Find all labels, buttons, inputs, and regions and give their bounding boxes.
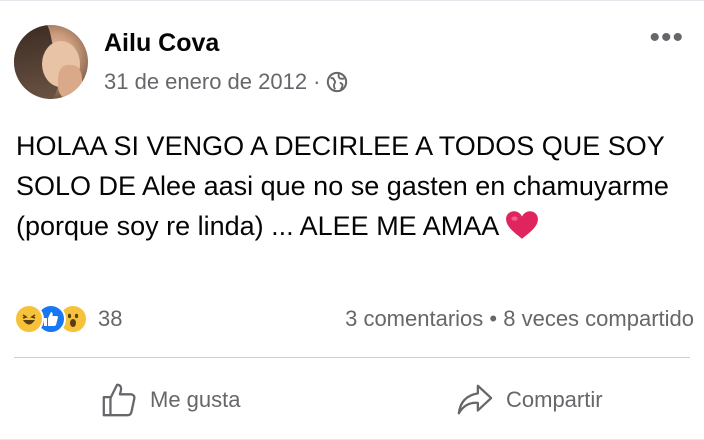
meta-separator: ·: [313, 69, 321, 94]
share-button[interactable]: Compartir: [456, 381, 603, 419]
shares-count-link[interactable]: 8 veces compartido: [503, 306, 694, 331]
post-meta: 31 de enero de 2012 ·: [104, 69, 348, 95]
reactions-summary[interactable]: 38: [14, 304, 122, 334]
avatar[interactable]: [14, 25, 88, 99]
post-date[interactable]: 31 de enero de 2012: [104, 69, 307, 95]
share-button-label: Compartir: [506, 387, 603, 412]
author-name[interactable]: Ailu Cova: [104, 29, 219, 58]
reaction-count: 38: [98, 306, 123, 331]
post-body: HOLAA SI VENGO A DECIRLEE A TODOS QUE SO…: [16, 131, 669, 241]
like-button[interactable]: Me gusta: [100, 381, 241, 419]
haha-reaction-icon: [14, 304, 44, 334]
post-text: HOLAA SI VENGO A DECIRLEE A TODOS QUE SO…: [16, 126, 696, 246]
more-options-icon[interactable]: •••: [649, 23, 684, 53]
comments-count-link[interactable]: 3 comentarios: [345, 306, 483, 331]
share-arrow-icon: [457, 384, 493, 415]
actions-divider: [14, 357, 690, 358]
heart-emoji-icon: [506, 211, 539, 239]
thumbs-up-icon: [102, 383, 136, 417]
like-button-label: Me gusta: [150, 387, 241, 412]
post-card: Ailu Cova 31 de enero de 2012 · ••• HOLA…: [0, 0, 704, 440]
globe-icon[interactable]: [326, 71, 348, 93]
stats-dot: •: [489, 306, 498, 331]
post-stats: 3 comentarios • 8 veces compartido: [345, 306, 694, 332]
